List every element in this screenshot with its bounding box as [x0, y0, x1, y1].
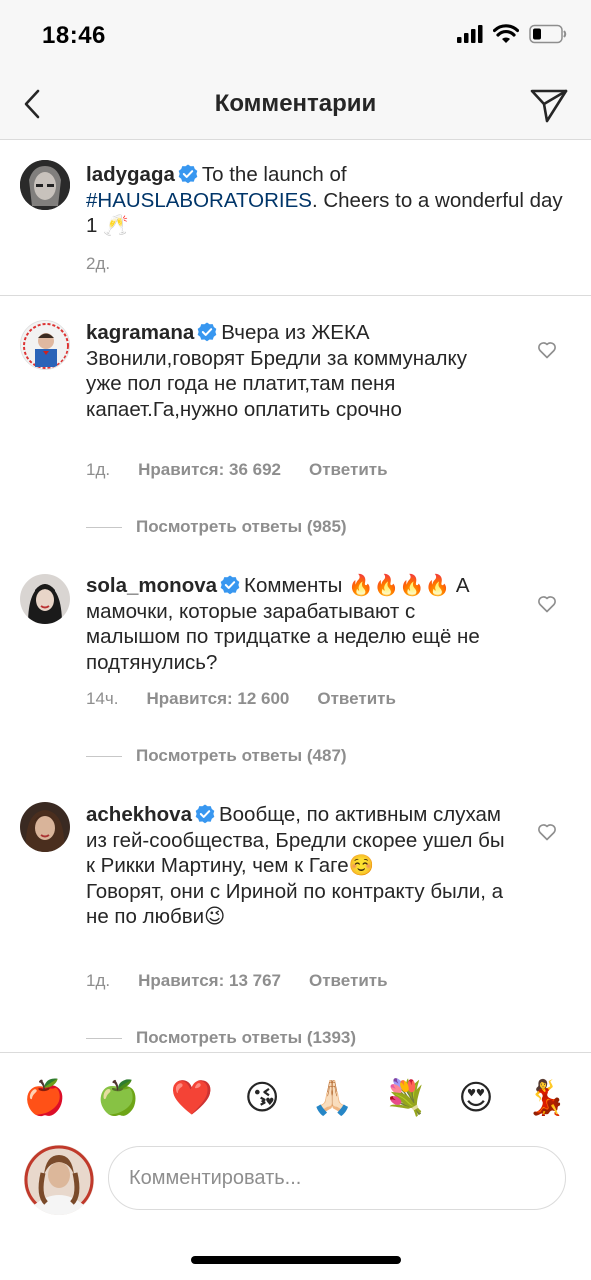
post-caption: ladygaga To the launch of #HAUSLABORATORI…: [0, 140, 591, 296]
timestamp: 14ч.: [86, 689, 119, 708]
username[interactable]: kagramana: [86, 321, 194, 344]
emoji-heart[interactable]: ❤️: [171, 1081, 213, 1115]
reply-button[interactable]: Ответить: [309, 460, 388, 480]
comment-text: kagramana Вчера из ЖЕКА Звонили,говорят Б…: [86, 320, 506, 422]
divider-line: [86, 1037, 122, 1039]
emoji-bouquet[interactable]: 💐: [385, 1081, 427, 1115]
home-indicator[interactable]: [191, 1256, 401, 1264]
avatar[interactable]: [20, 320, 70, 370]
username[interactable]: achekhova: [86, 803, 192, 826]
header: Комментарии: [0, 72, 591, 140]
heart-icon[interactable]: [537, 594, 557, 614]
timestamp: 1д.: [86, 971, 111, 990]
comment-body-second-line: Говорят, они с Ириной по контракту были,…: [86, 879, 503, 929]
battery-icon: [529, 24, 567, 44]
likes-count[interactable]: Нравится: 13 767: [138, 971, 281, 991]
emoji-bar: 🍎 🍏 ❤️ 😘 🙏🏻 💐 😍 💃: [0, 1052, 591, 1142]
comment-meta: 1д. Нравится: 36 692 Ответить: [86, 460, 388, 480]
likes-count[interactable]: Нравится: 36 692: [138, 460, 281, 480]
avatar[interactable]: [20, 802, 70, 852]
avatar[interactable]: [20, 574, 70, 624]
divider-line: [86, 755, 122, 757]
view-replies-button[interactable]: Посмотреть ответы (1393): [86, 1028, 356, 1048]
comment-composer: [0, 1142, 591, 1242]
emoji-red-apple[interactable]: 🍎: [24, 1081, 66, 1115]
reply-button[interactable]: Ответить: [317, 689, 396, 709]
hashtag-link[interactable]: #HAUSLABORATORIES: [86, 189, 312, 212]
avatar[interactable]: [20, 160, 70, 210]
paper-plane-icon[interactable]: [529, 84, 569, 124]
status-icons: [457, 24, 567, 44]
comment-text: achekhova Вообще, по активным слухам из г…: [86, 802, 506, 930]
status-time: 18:46: [42, 22, 106, 49]
view-replies-button[interactable]: Посмотреть ответы (985): [86, 517, 347, 537]
username[interactable]: ladygaga: [86, 163, 175, 186]
likes-count[interactable]: Нравится: 12 600: [147, 689, 290, 709]
heart-icon[interactable]: [537, 340, 557, 360]
comment-input[interactable]: [108, 1146, 566, 1210]
emoji-dancer[interactable]: 💃: [525, 1081, 567, 1115]
view-replies-label: Посмотреть ответы (1393): [136, 1028, 357, 1047]
comment-text: sola_monova Комменты 🔥🔥🔥🔥 А мамочки, кото…: [86, 573, 506, 675]
emoji-kiss[interactable]: 😘: [244, 1081, 279, 1115]
emoji-pray[interactable]: 🙏🏻: [311, 1081, 353, 1115]
comment-meta: 14ч. Нравится: 12 600 Ответить: [86, 689, 396, 709]
emoji-heart-eyes[interactable]: 😍: [458, 1081, 493, 1115]
verified-badge-icon: [195, 804, 215, 824]
username[interactable]: sola_monova: [86, 574, 217, 597]
avatar: [24, 1145, 94, 1215]
view-replies-button[interactable]: Посмотреть ответы (487): [86, 746, 347, 766]
timestamp: 1д.: [86, 460, 111, 479]
caption-text-before: To the launch of: [201, 163, 347, 186]
reply-button[interactable]: Ответить: [309, 971, 388, 991]
wifi-icon: [493, 24, 519, 43]
timestamp: 2д.: [86, 254, 111, 273]
verified-badge-icon: [197, 322, 217, 342]
divider-line: [86, 526, 122, 528]
page-title: Комментарии: [214, 90, 377, 117]
verified-badge-icon: [220, 575, 240, 595]
view-replies-label: Посмотреть ответы (487): [136, 746, 347, 765]
signal-icon: [457, 25, 483, 43]
caption-meta: 2д.: [86, 254, 110, 274]
heart-icon[interactable]: [537, 822, 557, 842]
status-bar: 18:46: [0, 0, 591, 72]
emoji-green-apple[interactable]: 🍏: [97, 1081, 139, 1115]
verified-badge-icon: [178, 164, 198, 184]
caption-text: ladygaga To the launch of #HAUSLABORATORI…: [86, 162, 566, 239]
view-replies-label: Посмотреть ответы (985): [136, 517, 347, 536]
comment-meta: 1д. Нравится: 13 767 Ответить: [86, 971, 388, 991]
